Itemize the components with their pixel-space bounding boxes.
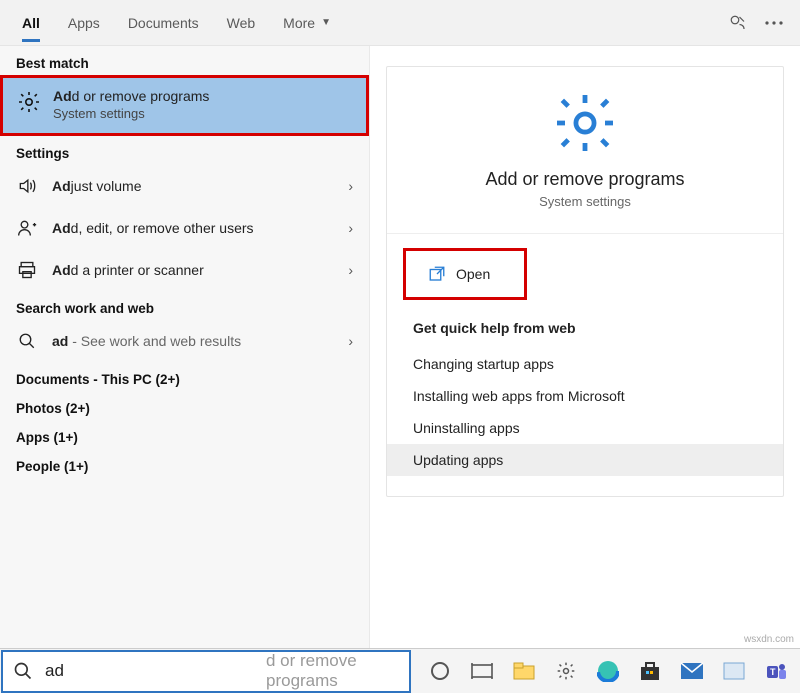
result-search-web[interactable]: ad - See work and web results ›	[0, 320, 369, 362]
section-search-web: Search work and web	[0, 291, 369, 320]
search-filter-tabs: All Apps Documents Web More▼	[0, 0, 800, 46]
open-label: Open	[456, 266, 490, 282]
teams-icon[interactable]: T	[755, 649, 797, 694]
open-button[interactable]: Open	[403, 248, 527, 300]
search-ghost-text: d or remove programs	[266, 651, 399, 691]
more-options-icon[interactable]	[756, 5, 792, 41]
chevron-right-icon: ›	[348, 333, 353, 349]
task-view-icon[interactable]	[461, 649, 503, 694]
section-best-match: Best match	[0, 46, 369, 75]
preview-pane: Add or remove programs System settings O…	[370, 46, 800, 648]
gear-icon	[553, 91, 617, 155]
result-adjust-volume[interactable]: Adjust volume ›	[0, 165, 369, 207]
help-item[interactable]: Updating apps	[387, 444, 783, 476]
tab-more[interactable]: More▼	[269, 0, 345, 46]
chevron-right-icon: ›	[348, 262, 353, 278]
group-documents[interactable]: Documents - This PC (2+)	[0, 362, 369, 391]
chevron-down-icon: ▼	[321, 17, 331, 28]
settings-icon[interactable]	[545, 649, 587, 694]
user-icon	[16, 217, 38, 239]
help-section-title: Get quick help from web	[413, 320, 757, 336]
tab-apps[interactable]: Apps	[54, 0, 114, 46]
group-apps[interactable]: Apps (1+)	[0, 420, 369, 449]
tab-web[interactable]: Web	[213, 0, 270, 46]
help-item[interactable]: Uninstalling apps	[413, 412, 757, 444]
search-box[interactable]: d or remove programs	[1, 650, 411, 693]
svg-text:T: T	[770, 667, 776, 677]
edge-icon[interactable]	[587, 649, 629, 694]
printer-icon	[16, 259, 38, 281]
volume-icon	[16, 175, 38, 197]
results-list: Best match Add or remove programs System…	[0, 46, 370, 648]
watermark: wsxdn.com	[744, 634, 794, 645]
result-subtitle: System settings	[53, 106, 350, 121]
result-label: Adjust volume	[52, 178, 141, 194]
search-icon	[13, 661, 33, 681]
result-best-match[interactable]: Add or remove programs System settings	[0, 75, 369, 136]
tab-documents[interactable]: Documents	[114, 0, 213, 46]
group-photos[interactable]: Photos (2+)	[0, 391, 369, 420]
gear-icon	[17, 90, 41, 114]
taskbar: d or remove programs T	[0, 648, 800, 693]
section-settings: Settings	[0, 136, 369, 165]
open-icon	[428, 265, 446, 283]
result-add-users[interactable]: Add, edit, or remove other users ›	[0, 207, 369, 249]
search-input[interactable]	[43, 660, 268, 682]
app-icon[interactable]	[713, 649, 755, 694]
result-label: Add, edit, or remove other users	[52, 220, 254, 236]
chevron-right-icon: ›	[348, 220, 353, 236]
preview-title: Add or remove programs	[387, 169, 783, 190]
help-item[interactable]: Changing startup apps	[413, 348, 757, 380]
store-icon[interactable]	[629, 649, 671, 694]
file-explorer-icon[interactable]	[503, 649, 545, 694]
feedback-icon[interactable]	[720, 5, 756, 41]
mail-icon[interactable]	[671, 649, 713, 694]
result-label: ad - See work and web results	[52, 333, 241, 349]
result-label: Add a printer or scanner	[52, 262, 204, 278]
cortana-icon[interactable]	[419, 649, 461, 694]
help-item[interactable]: Installing web apps from Microsoft	[413, 380, 757, 412]
group-people[interactable]: People (1+)	[0, 449, 369, 478]
result-add-printer[interactable]: Add a printer or scanner ›	[0, 249, 369, 291]
preview-subtitle: System settings	[387, 194, 783, 209]
search-icon	[16, 330, 38, 352]
result-title: Add or remove programs	[53, 88, 209, 104]
tab-all[interactable]: All	[8, 0, 54, 46]
chevron-right-icon: ›	[348, 178, 353, 194]
